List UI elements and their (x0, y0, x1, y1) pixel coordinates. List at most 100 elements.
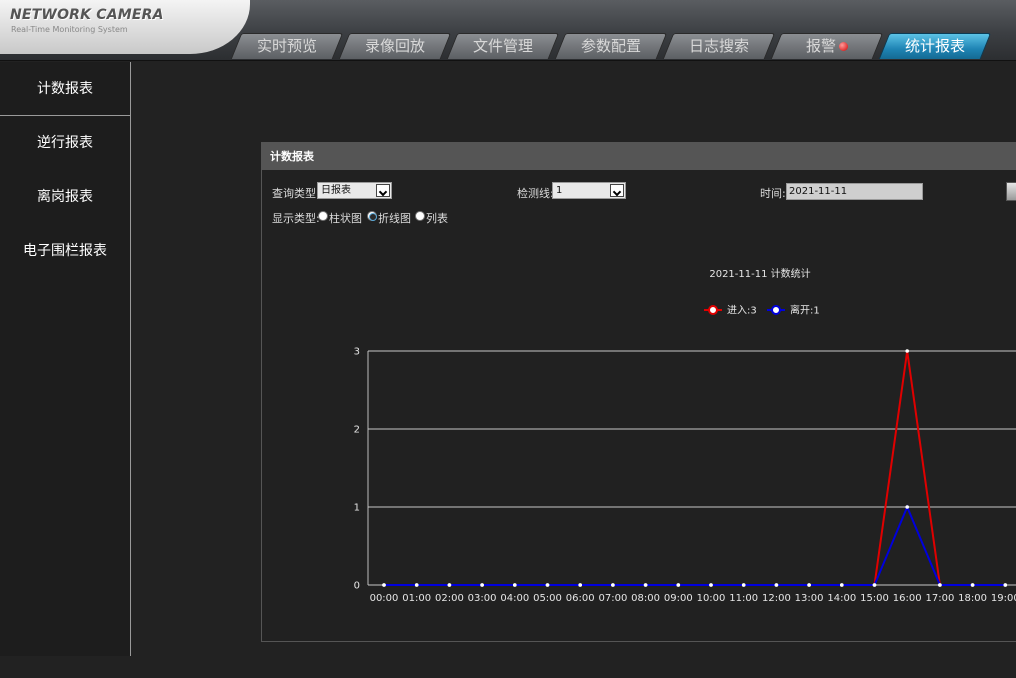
series-line (384, 504, 1006, 586)
tab-label: 录像回放 (364, 37, 425, 55)
x-tick-label: 01:00 (402, 593, 431, 604)
panel-title: 计数报表 (262, 143, 1016, 170)
data-point (905, 505, 909, 509)
sidebar-item-fence-report[interactable]: 电子围栏报表 (0, 224, 130, 278)
radio-bar-chart-label: 柱状图 (329, 212, 362, 225)
tab-label: 报警 (805, 37, 836, 55)
data-point (578, 583, 582, 587)
radio-list-label: 列表 (426, 212, 448, 225)
x-tick-label: 02:00 (435, 593, 464, 604)
logo-subtitle: Real-Time Monitoring System (11, 25, 128, 34)
query-type-value: 日报表 (321, 185, 351, 196)
y-axis: 0 1 2 3 (354, 347, 360, 592)
x-tick-label: 15:00 (860, 593, 889, 604)
legend-label: 进入:3 (727, 305, 757, 317)
tab-parameter-config[interactable]: 参数配置 (560, 33, 662, 59)
sidebar-item-retrograde-report[interactable]: 逆行报表 (0, 116, 130, 170)
x-tick-label: 18:00 (958, 593, 987, 604)
sidebar-item-label: 电子围栏报表 (23, 243, 107, 259)
data-point (807, 583, 811, 587)
y-tick-label: 3 (354, 347, 360, 358)
x-tick-label: 13:00 (795, 593, 824, 604)
tab-log-search[interactable]: 日志搜索 (668, 33, 770, 59)
data-point (905, 349, 909, 353)
data-point (741, 583, 746, 587)
tab-file-management[interactable]: 文件管理 (452, 33, 554, 59)
data-point (643, 583, 648, 587)
data-point (611, 583, 615, 587)
tab-label: 日志搜索 (688, 37, 749, 55)
alarm-light-icon (839, 42, 848, 51)
data-point (872, 583, 877, 587)
main-tabs: 实时预览 录像回放 文件管理 参数配置 日志搜索 报警 统计报表 (236, 33, 992, 59)
detect-line-label: 检测线: (517, 187, 554, 200)
radio-line-chart-label: 折线图 (378, 212, 411, 225)
x-tick-label: 07:00 (598, 593, 627, 604)
x-tick-label: 08:00 (631, 593, 660, 604)
tab-label: 文件管理 (472, 37, 533, 55)
y-tick-label: 0 (354, 581, 360, 592)
legend-marker (708, 305, 718, 315)
tab-statistics-report[interactable]: 统计报表 (884, 33, 986, 59)
chevron-down-icon[interactable] (610, 184, 624, 197)
radio-bar-chart[interactable] (318, 211, 328, 221)
data-point (840, 583, 844, 587)
x-tick-label: 04:00 (500, 593, 529, 604)
sidebar-item-label: 离岗报表 (37, 189, 93, 205)
data-point (774, 583, 779, 587)
data-point (1003, 583, 1008, 587)
x-tick-label: 19:00 (991, 593, 1016, 604)
data-point (709, 583, 713, 587)
count-line-chart: 2021-11-11 计数统计 进入:3 离开:1 0 1 2 3 00:00 01:00… (354, 267, 1016, 604)
top-header: NETWORK CAMERA Real-Time Monitoring Syst… (0, 0, 1016, 61)
detect-line-select[interactable]: 1 (552, 182, 626, 199)
time-input[interactable]: 2021-11-11 (786, 183, 923, 200)
data-point (382, 583, 386, 587)
chart-grid (367, 350, 1016, 586)
x-tick-label: 17:00 (925, 593, 954, 604)
x-tick-label: 05:00 (533, 593, 562, 604)
data-point (480, 583, 484, 587)
x-tick-label: 16:00 (893, 593, 922, 604)
time-value: 2021-11-11 (789, 186, 848, 197)
logo: NETWORK CAMERA Real-Time Monitoring Syst… (0, 0, 250, 54)
tab-label: 统计报表 (904, 37, 965, 55)
logo-title: NETWORK CAMERA (10, 7, 164, 23)
sidebar-item-off-post-report[interactable]: 离岗报表 (0, 170, 130, 224)
x-tick-label: 11:00 (729, 593, 758, 604)
tab-playback[interactable]: 录像回放 (344, 33, 446, 59)
data-point (447, 583, 452, 587)
x-tick-label: 09:00 (664, 593, 693, 604)
tab-label: 参数配置 (580, 37, 641, 55)
data-point (545, 583, 550, 587)
chart-title: 2021-11-11 计数统计 (709, 267, 810, 280)
series-line (384, 350, 1006, 586)
x-tick-label: 12:00 (762, 593, 791, 604)
data-point (676, 583, 681, 587)
legend-label: 离开:1 (790, 304, 820, 317)
tab-alarm[interactable]: 报警 (776, 33, 878, 59)
sidebar: 计数报表 逆行报表 离岗报表 电子围栏报表 (0, 62, 131, 656)
x-tick-label: 14:00 (827, 593, 856, 604)
data-point (513, 583, 517, 587)
search-button[interactable] (1006, 182, 1016, 201)
y-tick-label: 1 (354, 503, 360, 514)
data-point (970, 583, 975, 587)
chevron-down-icon[interactable] (376, 184, 390, 197)
radio-line-chart[interactable] (367, 211, 377, 221)
x-axis: 00:00 01:00 02:00 03:00 04:00 05:00 06:00 07:00… (370, 593, 1016, 604)
query-type-select[interactable]: 日报表 (317, 182, 392, 199)
sidebar-item-label: 逆行报表 (37, 135, 93, 151)
sidebar-item-count-report[interactable]: 计数报表 (0, 62, 130, 116)
tab-live-preview[interactable]: 实时预览 (236, 33, 338, 59)
detect-line-value: 1 (556, 185, 563, 196)
legend-marker (771, 305, 781, 315)
tab-label: 实时预览 (256, 37, 317, 55)
query-type-label: 查询类型: (272, 187, 320, 200)
data-point (414, 583, 419, 587)
display-type-label: 显示类型: (272, 212, 320, 225)
chart-series (382, 349, 1008, 587)
x-tick-label: 06:00 (566, 593, 595, 604)
chart-legend: 进入:3 离开:1 (704, 304, 820, 317)
radio-list[interactable] (415, 211, 425, 221)
